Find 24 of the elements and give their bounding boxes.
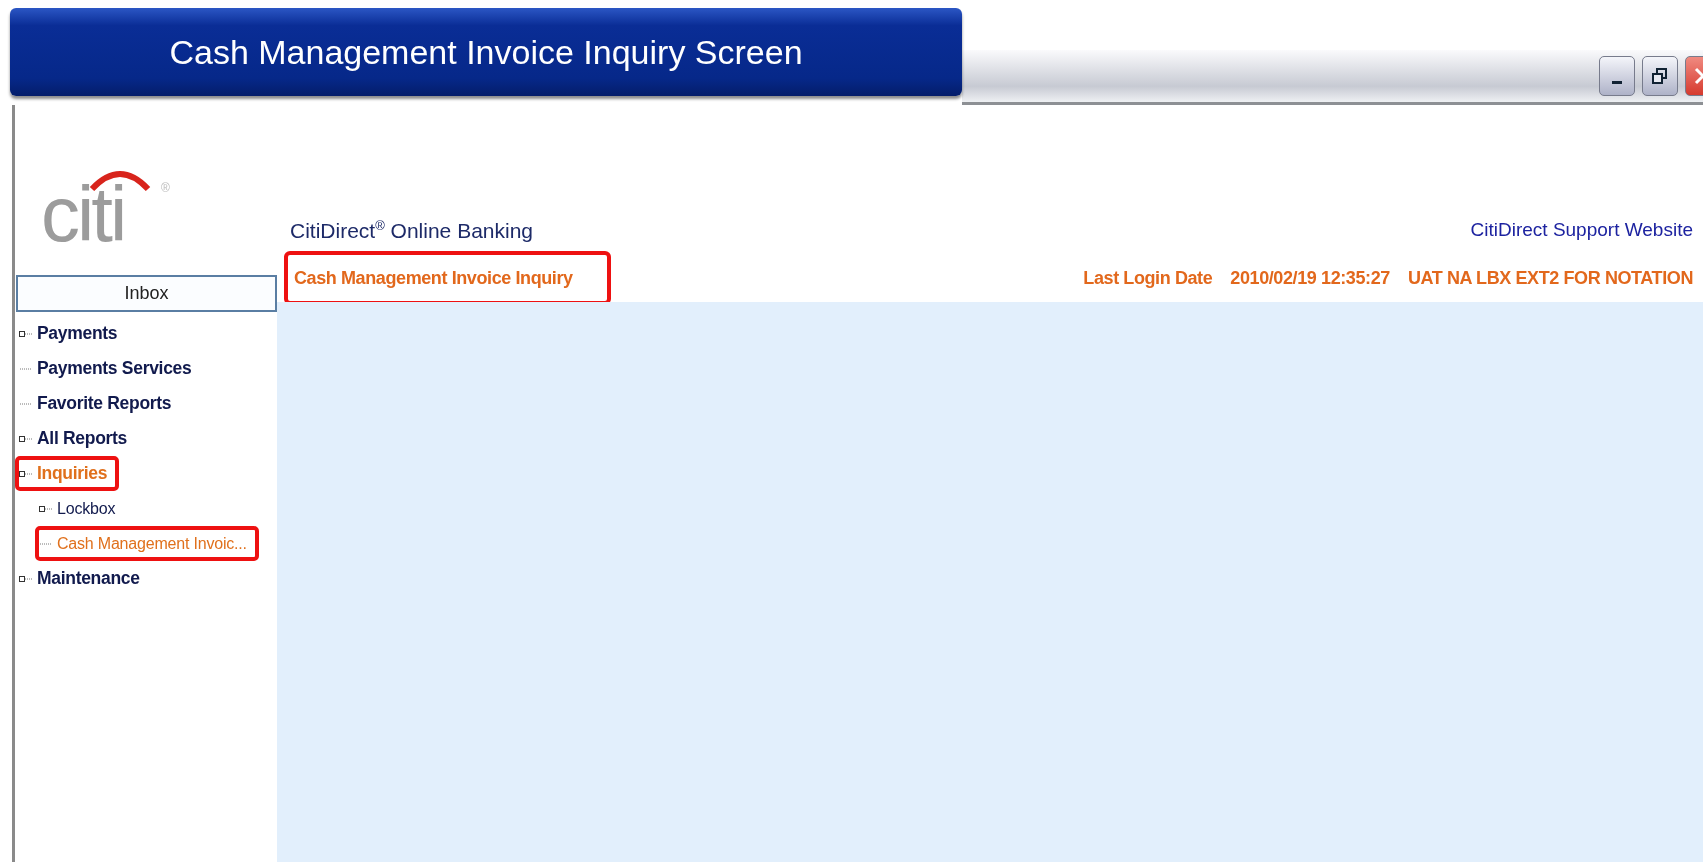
tree-item[interactable]: Lockbox — [57, 499, 116, 518]
expand-icon[interactable] — [19, 329, 33, 338]
expand-icon[interactable] — [19, 469, 33, 478]
page-title: Cash Management Invoice Inquiry — [294, 267, 573, 289]
expand-icon[interactable] — [39, 504, 53, 513]
user-name: UAT NA LBX EXT2 FOR NOTATION — [1407, 267, 1693, 289]
last-login-label: Last Login Date — [1083, 267, 1213, 289]
citi-logo: citi ® — [41, 169, 171, 255]
last-login-value: 2010/02/19 12:35:27 — [1230, 267, 1390, 289]
expand-icon[interactable] — [19, 574, 33, 583]
tree-item[interactable]: Payments Services — [37, 358, 192, 379]
brand-title: CitiDirect$^{®}$ Online Banking — [290, 217, 534, 243]
inbox-button[interactable]: Inbox — [16, 275, 277, 312]
restore-button[interactable] — [1642, 56, 1678, 96]
tree-item[interactable]: Maintenance — [37, 568, 140, 589]
minimize-icon — [1612, 80, 1622, 84]
expand-icon[interactable] — [19, 434, 33, 443]
tree-item[interactable]: All Reports — [37, 428, 128, 449]
title-banner: Cash Management Invoice Inquiry Screen — [10, 8, 962, 96]
tree-item[interactable]: Payments — [37, 323, 118, 344]
minimize-button[interactable] — [1599, 56, 1635, 96]
tree-item[interactable]: Favorite Reports — [37, 393, 172, 414]
restore-icon — [1651, 67, 1669, 85]
support-link[interactable]: CitiDirect Support Website — [1470, 219, 1693, 241]
